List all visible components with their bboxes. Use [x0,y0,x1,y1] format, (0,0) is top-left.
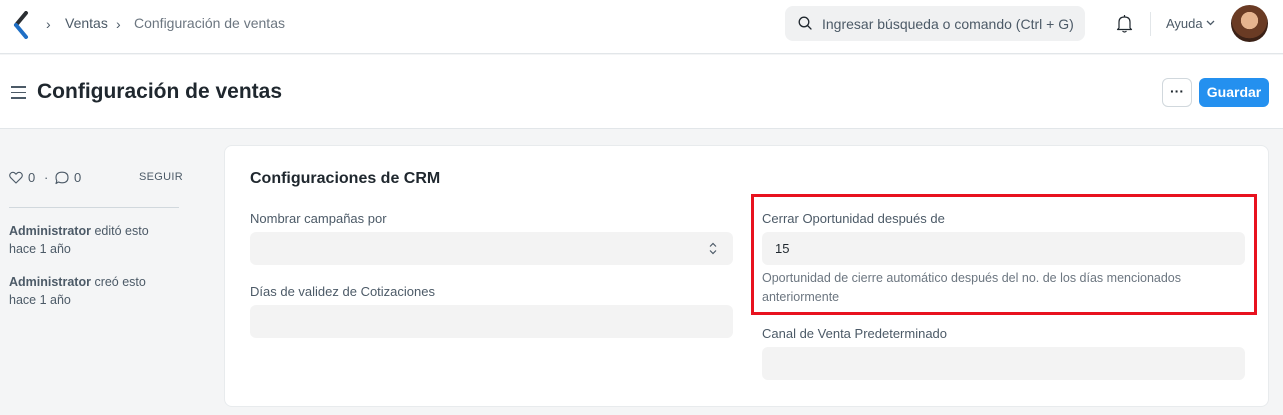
comment-icon[interactable] [55,171,69,185]
stats-separator: · [44,170,49,185]
breadcrumb-current[interactable]: Configuración de ventas [134,15,285,31]
sales-channel-label: Canal de Venta Predeterminado [762,326,948,341]
help-menu[interactable]: Ayuda [1166,16,1203,31]
activity-time: hace 1 año [9,242,71,256]
activity-action: creó esto [94,275,146,289]
navbar-divider [1150,12,1151,36]
chevron-right-icon: › [116,16,121,32]
activity-item: Administrator editó esto hace 1 año [9,222,184,258]
notification-bell-icon[interactable] [1116,14,1133,33]
save-button[interactable]: Guardar [1199,78,1269,107]
breadcrumb-ventas[interactable]: Ventas [65,15,108,31]
search-bar[interactable]: Ingresar búsqueda o comando (Ctrl + G) [785,6,1085,41]
page-title: Configuración de ventas [37,80,283,103]
more-actions-button[interactable]: ··· [1162,78,1192,107]
chevron-right-icon: › [46,16,51,32]
highlight-box [751,194,1257,315]
app-logo-icon[interactable] [12,11,30,39]
campaign-naming-select[interactable] [250,232,733,265]
form-stats: 0 · 0 SEGUIR [9,170,183,186]
top-navbar: › Ventas › Configuración de ventas Ingre… [0,0,1283,54]
sidebar-divider [9,207,179,208]
quotation-validity-input[interactable] [250,305,733,338]
search-placeholder: Ingresar búsqueda o comando (Ctrl + G) [822,16,1074,32]
activity-item: Administrator creó esto hace 1 año [9,273,184,309]
activity-user[interactable]: Administrator [9,224,91,238]
quotation-validity-label: Días de validez de Cotizaciones [250,284,435,299]
campaign-naming-label: Nombrar campañas por [250,211,387,226]
comment-count: 0 [74,170,82,185]
section-title: Configuraciones de CRM [250,170,441,187]
activity-user[interactable]: Administrator [9,275,91,289]
page-header: Configuración de ventas ··· Guardar [0,55,1283,129]
search-icon [798,16,812,30]
heart-icon[interactable] [9,171,23,184]
sidebar-toggle-icon[interactable] [11,86,26,99]
activity-action: editó esto [94,224,149,238]
sales-channel-input[interactable] [762,347,1245,380]
chevron-down-icon[interactable] [1206,20,1215,26]
follow-button[interactable]: SEGUIR [139,171,183,183]
activity-time: hace 1 año [9,293,71,307]
select-arrows-icon [709,242,717,255]
crm-settings-card: Configuraciones de CRM Nombrar campañas … [224,145,1269,407]
user-avatar[interactable] [1231,5,1268,42]
like-count: 0 [28,170,36,185]
